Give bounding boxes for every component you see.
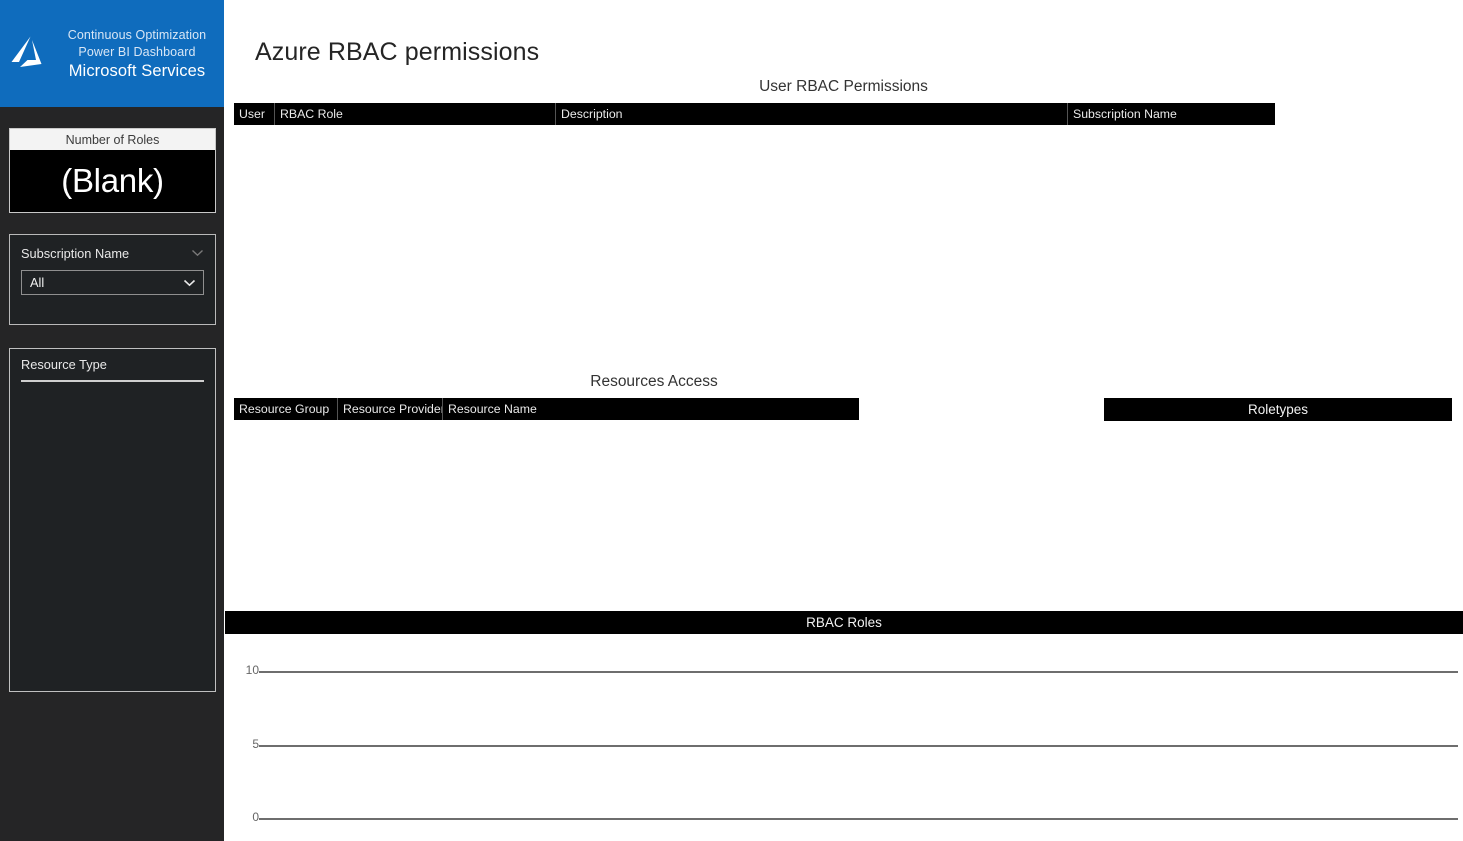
gridline (259, 671, 1458, 673)
gridline-row-5: 5 (225, 737, 1458, 751)
subscription-name-dropdown[interactable]: All (21, 270, 204, 295)
user-permissions-table-header: User RBAC Role Description Subscription … (234, 103, 1275, 125)
user-permissions-title: User RBAC Permissions (759, 78, 928, 95)
column-header-user[interactable]: User (234, 103, 274, 125)
azure-logo-icon (11, 36, 42, 67)
user-permissions-table[interactable]: User RBAC Role Description Subscription … (234, 103, 1275, 383)
column-header-resource-provider[interactable]: Resource Provider (337, 398, 442, 420)
brand-line-microsoft-services: Microsoft Services (68, 62, 206, 81)
resources-access-table-body (234, 420, 859, 600)
roletypes-body (1104, 421, 1452, 601)
chevron-down-icon[interactable] (183, 279, 196, 287)
card-number-of-roles-title: Number of Roles (10, 129, 215, 150)
column-header-rbac-role[interactable]: RBAC Role (274, 103, 555, 125)
gridline-row-0: 0 (225, 810, 1458, 824)
slicer-subscription-name[interactable]: Subscription Name All (9, 234, 216, 325)
gridline (259, 818, 1458, 820)
y-tick-label-0: 0 (252, 810, 259, 824)
rbac-roles-plot-area: 10 5 0 (225, 634, 1463, 834)
chevron-down-icon[interactable] (191, 249, 204, 257)
rbac-roles-chart[interactable]: RBAC Roles 10 5 0 (225, 611, 1463, 836)
resources-access-title: Resources Access (590, 373, 718, 390)
brand-line-power-bi-dashboard: Power BI Dashboard (78, 44, 196, 59)
column-header-description[interactable]: Description (555, 103, 1067, 125)
gridline-row-10: 10 (225, 663, 1458, 677)
card-number-of-roles-value: (Blank) (61, 162, 164, 199)
brand-banner: Continuous Optimization Power BI Dashboa… (0, 0, 224, 107)
resources-access-table[interactable]: Resource Group Resource Provider Resourc… (234, 398, 859, 600)
y-tick-label-10: 10 (245, 663, 259, 677)
card-number-of-roles[interactable]: Number of Roles (Blank) (9, 128, 216, 213)
slicer-resource-type-divider (21, 380, 204, 382)
column-header-resource-group[interactable]: Resource Group (234, 398, 337, 420)
column-header-subscription-name[interactable]: Subscription Name (1067, 103, 1275, 125)
rbac-roles-chart-title: RBAC Roles (225, 611, 1463, 634)
slicer-resource-type-label: Resource Type (21, 357, 107, 372)
brand-line-continuous-optimization: Continuous Optimization (67, 28, 207, 43)
gridline (259, 745, 1458, 747)
sidebar: Continuous Optimization Power BI Dashboa… (0, 0, 224, 841)
roletypes-visual[interactable]: Roletypes (1104, 398, 1452, 601)
column-header-resource-name[interactable]: Resource Name (442, 398, 859, 420)
resources-access-table-header: Resource Group Resource Provider Resourc… (234, 398, 859, 420)
slicer-resource-type[interactable]: Resource Type (9, 348, 216, 692)
y-tick-label-5: 5 (252, 737, 259, 751)
slicer-subscription-label: Subscription Name (21, 245, 130, 261)
subscription-name-selected-value: All (30, 275, 45, 290)
roletypes-title: Roletypes (1104, 398, 1452, 421)
user-permissions-table-body (234, 125, 1275, 383)
brand-text: Continuous Optimization Power BI Dashboa… (54, 27, 224, 80)
report-canvas: Azure RBAC permissions User RBAC Permiss… (224, 0, 1463, 841)
slicer-subscription-header: Subscription Name (21, 242, 204, 264)
page-title: Azure RBAC permissions (255, 38, 540, 66)
